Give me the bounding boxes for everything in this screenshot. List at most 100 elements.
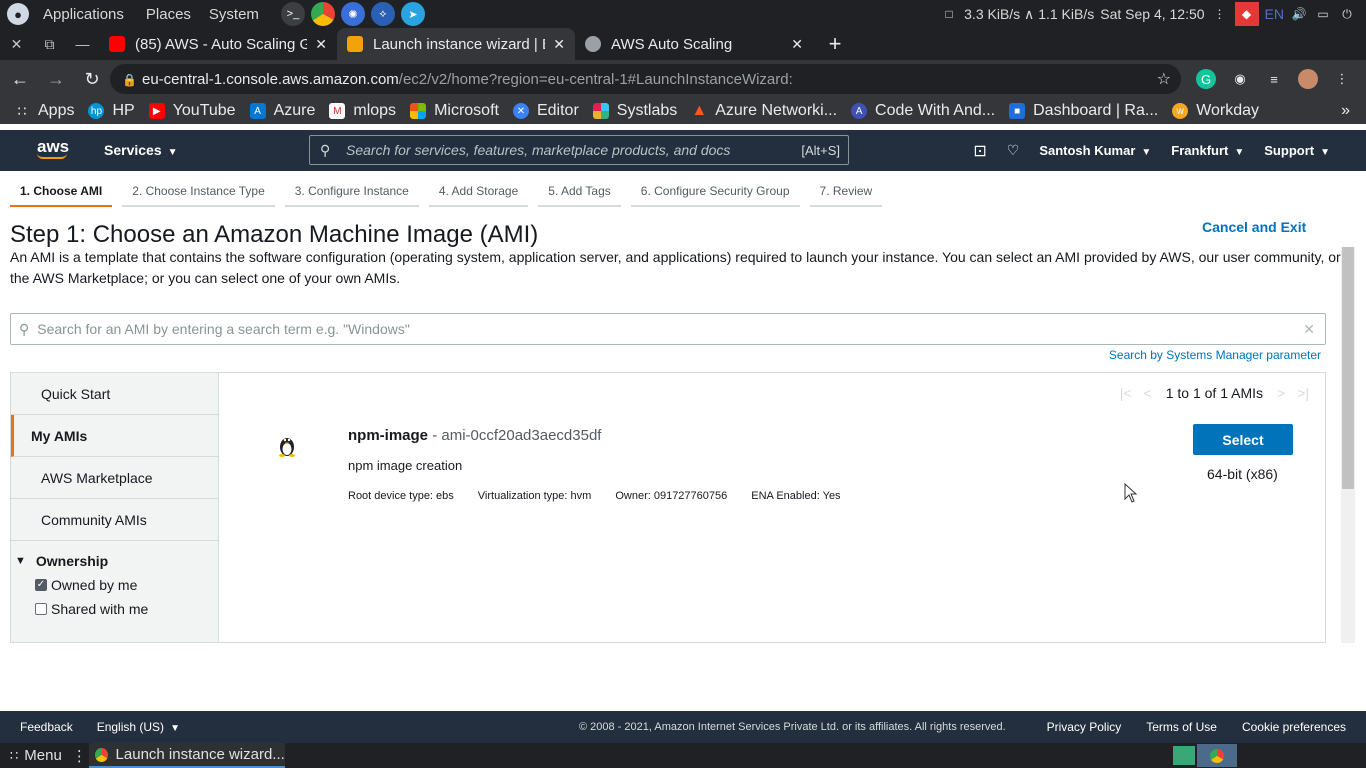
reading-list-icon[interactable]: ≡ [1264,69,1284,89]
tab-close-icon[interactable]: ✕ [791,36,803,53]
notification-bell-icon[interactable]: ♡ [1007,142,1020,159]
browser-menu-icon[interactable]: ⋮ [1332,69,1352,89]
minimize-window-icon[interactable]: — [66,28,99,60]
ssm-parameter-link[interactable]: Search by Systems Manager parameter [1109,348,1321,362]
sidebar-item-community-amis[interactable]: Community AMIs [11,499,218,541]
ownership-filter-toggle[interactable]: ▼ Ownership [11,541,218,569]
page-scrollbar[interactable] [1341,247,1355,643]
ami-owner: Owner: 091727760756 [615,490,728,502]
browser-tab-youtube[interactable]: (85) AWS - Auto Scaling G ✕ [99,28,337,60]
step-choose-ami[interactable]: 1. Choose AMI [10,176,113,207]
screen-icon[interactable]: ▭ [1314,5,1332,23]
aws-logo[interactable]: aws [37,137,69,159]
forward-icon[interactable]: → [40,63,72,95]
owned-by-me-option[interactable]: ✓ Owned by me [11,577,218,593]
language-selector[interactable]: English (US) ▼ [97,720,180,734]
vscode-icon[interactable]: ⟡ [370,2,395,26]
profile-avatar[interactable] [1298,69,1318,89]
cancel-and-exit-link[interactable]: Cancel and Exit [1202,219,1306,235]
workspace-2[interactable] [1197,744,1237,767]
step-choose-instance-type[interactable]: 2. Choose Instance Type [122,176,275,207]
clock[interactable]: Sat Sep 4, 12:50 [1100,6,1204,22]
bookmark-dashboard[interactable]: ■ Dashboard | Ra... [1009,102,1158,120]
tab-close-icon[interactable]: ✕ [553,36,565,53]
region-menu[interactable]: Frankfurt ▼ [1171,143,1244,158]
close-window-icon[interactable]: ✕ [0,28,33,60]
sidebar-item-quick-start[interactable]: Quick Start [11,373,218,415]
select-ami-button[interactable]: Select [1193,424,1293,455]
step-add-tags[interactable]: 5. Add Tags [538,176,621,207]
sidebar-item-my-amis[interactable]: My AMIs [11,415,218,457]
bookmark-youtube[interactable]: ▶ YouTube [148,102,236,120]
cookie-preferences-link[interactable]: Cookie preferences [1242,720,1346,734]
bookmark-apps[interactable]: ∷ Apps [14,102,75,120]
shared-with-me-option[interactable]: Shared with me [11,601,218,617]
bookmark-editor[interactable]: ✕ Editor [512,102,579,120]
browser-tab-launch-wizard[interactable]: Launch instance wizard | E ✕ [337,28,575,60]
address-bar[interactable]: 🔒 eu-central-1.console.aws.amazon.com/ec… [110,64,1181,94]
step-configure-security-group[interactable]: 6. Configure Security Group [630,176,800,207]
bookmark-star-icon[interactable]: ☆ [1157,69,1171,89]
anydesk-icon[interactable]: ◆ [1234,2,1259,26]
bookmark-azure[interactable]: A Azure [249,102,315,120]
bookmark-hp[interactable]: hp HP [88,102,135,120]
network-app-icon[interactable]: ✺ [340,2,365,26]
services-menu[interactable]: Services ▼ [104,142,178,158]
keyboard-language[interactable]: EN [1265,6,1284,22]
bookmark-azure-networking[interactable]: ▲ Azure Networki... [691,102,837,120]
shared-with-me-checkbox[interactable] [35,603,47,615]
os-menu-places[interactable]: Places [146,6,191,23]
power-icon[interactable]: ⏻ [1338,5,1356,23]
lock-icon[interactable]: 🔒 [122,73,137,87]
terms-of-use-link[interactable]: Terms of Use [1146,720,1217,734]
ami-search-input[interactable]: ⚲ Search for an AMI by entering a search… [10,313,1326,345]
back-icon[interactable]: ← [4,63,36,95]
new-tab-button[interactable]: + [819,28,851,60]
tab-close-icon[interactable]: ✕ [315,36,327,53]
taskbar-menu-button[interactable]: ∷ Menu [10,747,62,764]
scrollbar-thumb[interactable] [1342,247,1354,489]
restore-window-icon[interactable]: ⧉ [33,28,66,60]
taskbar-window-chrome[interactable]: Launch instance wizard... [88,743,285,768]
step-configure-instance[interactable]: 3. Configure Instance [284,176,419,207]
pagination: |< < 1 to 1 of 1 AMIs > >| [1114,385,1315,401]
os-logo-icon[interactable]: ● [7,3,29,25]
volume-icon[interactable]: 🔊 [1290,5,1308,23]
os-menu-applications[interactable]: Applications [43,6,124,23]
privacy-policy-link[interactable]: Privacy Policy [1047,720,1122,734]
telegram-icon[interactable]: ➤ [400,2,425,26]
search-icon: ⚲ [320,141,331,158]
url-path: /ec2/v2/home?region=eu-central-1#LaunchI… [398,70,793,88]
bookmark-label: Dashboard | Ra... [1033,102,1159,119]
more-vert-icon[interactable]: ⋮ [1211,5,1229,23]
bookmark-microsoft[interactable]: Microsoft [410,102,499,120]
browser-tab-aws-auto-scaling[interactable]: AWS Auto Scaling ✕ [575,28,813,60]
cloudshell-icon[interactable]: ⊡ [973,141,986,161]
step-add-storage[interactable]: 4. Add Storage [428,176,529,207]
next-page-icon[interactable]: > [1277,385,1285,401]
dashboard-icon: ■ [1009,103,1026,119]
user-menu[interactable]: Santosh Kumar ▼ [1039,143,1151,158]
bookmarks-overflow-icon[interactable]: » [1341,102,1350,120]
os-menu-system[interactable]: System [209,6,259,23]
grammarly-icon[interactable]: G [1196,69,1216,89]
prev-page-icon[interactable]: < [1144,385,1152,401]
first-page-icon[interactable]: |< [1120,385,1132,401]
bookmark-systlabs[interactable]: Systlabs [592,102,677,120]
support-menu[interactable]: Support ▼ [1264,143,1330,158]
clear-search-icon[interactable]: ✕ [1303,321,1315,338]
bookmark-workday[interactable]: w Workday [1172,102,1259,120]
bookmark-code-with-andrea[interactable]: A Code With And... [851,102,995,120]
reload-icon[interactable]: ↻ [76,63,108,95]
bookmark-mlops[interactable]: Mmlops [329,102,396,120]
extension-icon[interactable]: ◉ [1230,69,1250,89]
last-page-icon[interactable]: >| [1297,385,1309,401]
chrome-icon[interactable] [310,2,335,26]
aws-search-input[interactable]: ⚲ Search for services, features, marketp… [309,135,849,165]
owned-by-me-checkbox[interactable]: ✓ [35,579,47,591]
sidebar-item-aws-marketplace[interactable]: AWS Marketplace [11,457,218,499]
step-review[interactable]: 7. Review [809,176,883,207]
terminal-icon[interactable]: >_ [280,2,305,26]
workspace-1[interactable] [1173,746,1195,765]
feedback-link[interactable]: Feedback [20,720,73,734]
